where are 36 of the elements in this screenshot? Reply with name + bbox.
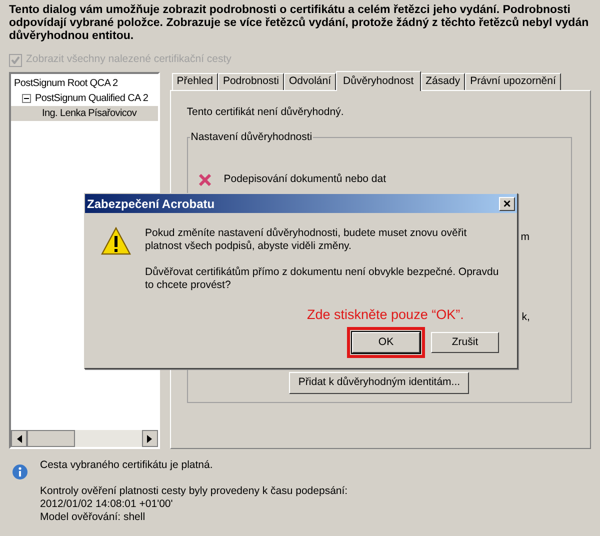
intro-text: Tento dialog vám umožňuje zobrazit podrobnosti o certifikátu a celém řetězci jeho vydání. Podrobnosti odpovídají vybrané položce. Zobrazuje se více řetězců vydání, protože žádný z těchto řetězců nebyl vydán důvěryhodnou entitou.	[9, 4, 590, 43]
dialog-message: Pokud změníte nastavení důvěryhodnosti, budete muset znovu ověřit platnost všech podpisů, abyste viděli změny.	[145, 227, 468, 253]
info-icon	[12, 464, 28, 480]
trust-item-text: k,	[522, 310, 530, 325]
scroll-thumb[interactable]	[27, 430, 75, 447]
tab[interactable]: Podrobnosti	[218, 73, 284, 90]
tree-item[interactable]: PostSignum Qualified CA 2	[35, 91, 150, 106]
tab[interactable]: Právní upozornění	[465, 73, 561, 90]
status-detail-line: 2012/01/02 14:08:01 +01'00'	[40, 498, 174, 511]
status-summary: Cesta vybraného certifikátu je platná.	[40, 459, 214, 472]
tab[interactable]: Důvěryhodnost	[336, 71, 421, 91]
annotation-text: Zde stiskněte pouze “OK”.	[307, 306, 464, 324]
status-detail-line: Kontroly ověření platnosti cesty byly provedeny k času podepsání:	[40, 485, 348, 498]
collapse-icon[interactable]	[22, 94, 31, 103]
close-button[interactable]: ×	[499, 196, 515, 210]
tree-item[interactable]: Ing. Lenka Písařovicov	[42, 106, 139, 121]
tree-item[interactable]: PostSignum Root QCA 2	[14, 76, 120, 91]
trust-item-text: m	[520, 230, 530, 245]
right-arrow-icon	[147, 434, 152, 442]
dialog-message: Důvěřovat certifikátům přímo z dokumentu není obvykle bezpečné. Opravdu to chcete provést?	[145, 266, 500, 292]
status-detail-line: Model ověřování: shell	[40, 511, 146, 524]
add-to-trusted-button[interactable]: Přidat k důvěryhodným identitám...	[289, 372, 470, 394]
trust-status-text: Tento certifikát není důvěryhodný.	[186, 105, 345, 120]
tab[interactable]: Zásady	[420, 73, 466, 90]
ok-button[interactable]: OK	[352, 332, 420, 353]
tab[interactable]: Odvolání	[284, 73, 336, 90]
cancel-button[interactable]: Zrušit	[431, 332, 499, 353]
warning-icon	[101, 227, 131, 255]
trust-item-text: Podepisování dokumentů nebo dat	[224, 172, 386, 187]
scroll-left-button[interactable]	[11, 430, 27, 447]
left-arrow-icon	[16, 434, 22, 442]
tab[interactable]: Přehled	[172, 73, 218, 90]
group-title: Nastavení důvěryhodnosti	[190, 130, 314, 146]
horizontal-scrollbar[interactable]	[11, 430, 158, 447]
scroll-right-button[interactable]	[142, 430, 158, 447]
dialog-title: Zabezpečení Acrobatu	[87, 196, 215, 212]
